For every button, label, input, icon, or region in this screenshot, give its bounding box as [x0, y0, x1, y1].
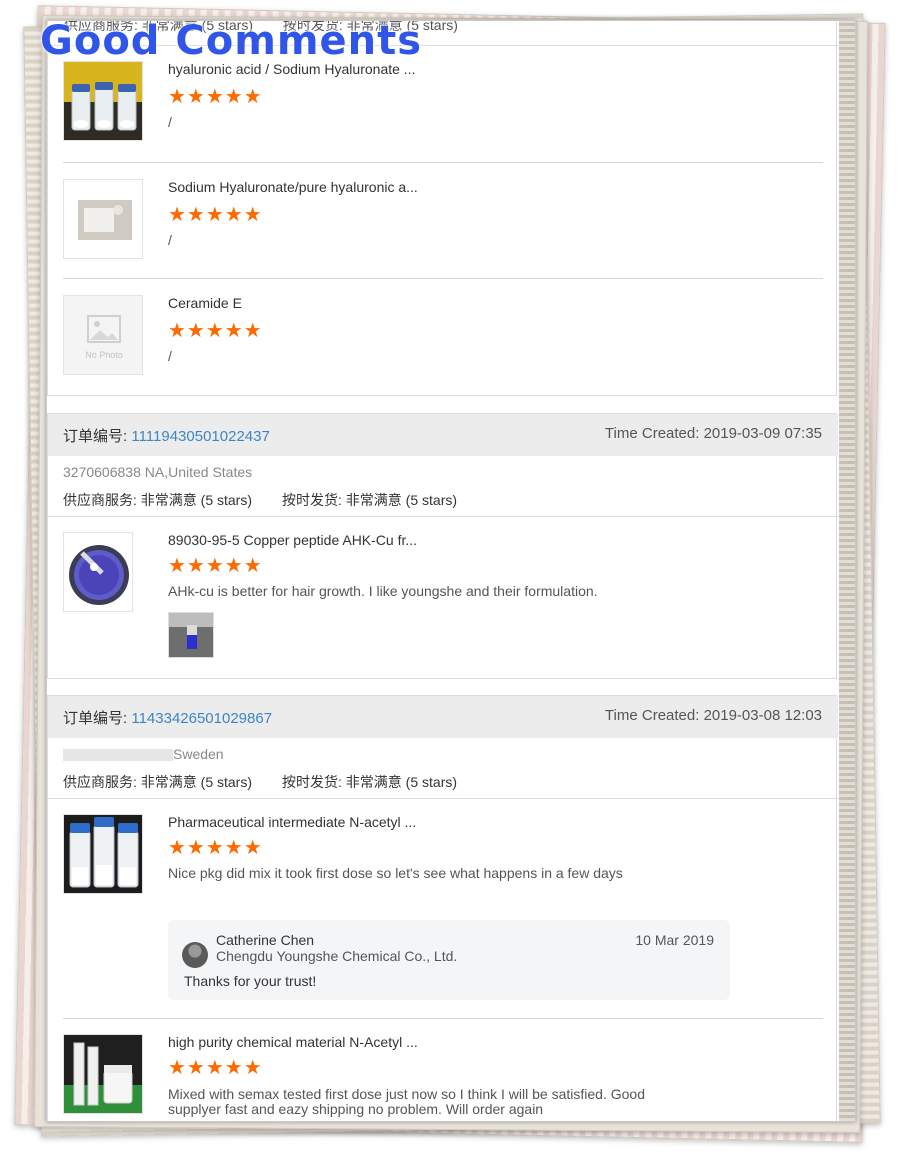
rating-stars: ★★★★★ [168, 204, 263, 226]
order-number-line: 订单编号: 11433426501029867 [63, 707, 272, 728]
review-comment: AHk-cu is better for hair growth. I like… [168, 583, 598, 599]
buyer-country: Sweden [173, 746, 224, 762]
product-thumbnail[interactable] [63, 532, 133, 612]
seller-avatar [182, 942, 208, 968]
rating-stars: ★★★★★ [168, 837, 263, 859]
order-time-created: Time Created: 2019-03-08 12:03 [604, 707, 822, 724]
side-scroll-strip [839, 21, 855, 1121]
review-item: hyaluronic acid / Sodium Hyaluronate ...… [63, 61, 823, 151]
order-ratings: 供应商服务: 非常满意 (5 stars) 按时发货: 非常满意 (5 stars… [63, 490, 457, 510]
seller-reply: Catherine Chen Chengdu Youngshe Chemical… [168, 920, 730, 1000]
product-thumbnail[interactable] [63, 1034, 143, 1114]
review-comment: / [168, 232, 172, 248]
order-header: 订单编号: 11433426501029867 Time Created: 20… [48, 696, 838, 738]
product-title[interactable]: Ceramide E [168, 295, 242, 311]
product-thumbnail[interactable] [63, 179, 143, 259]
product-thumbnail[interactable]: No Photo [63, 295, 143, 375]
order-number-label: 订单编号: [63, 710, 132, 727]
order-number-label: 订单编号: [63, 428, 132, 445]
review-photo[interactable] [168, 612, 214, 658]
order-header: 订单编号: 11119430501022437 Time Created: 20… [48, 414, 838, 456]
divider [48, 516, 838, 517]
supplier-service-rating: 供应商服务: 非常满意 (5 stars) [63, 492, 253, 508]
order-block-previous: 供应商服务: 非常满意 (5 stars) 按时发货: 非常满意 (5 star… [47, 21, 838, 396]
divider [48, 798, 838, 799]
order-ratings: 供应商服务: 非常满意 (5 stars) 按时发货: 非常满意 (5 stars… [63, 772, 457, 792]
reviews-card: 供应商服务: 非常满意 (5 stars) 按时发货: 非常满意 (5 star… [46, 20, 856, 1122]
item-divider [63, 1018, 823, 1019]
buyer-address: 3270606838 NA,United States [63, 464, 253, 480]
product-title[interactable]: Sodium Hyaluronate/pure hyaluronic a... [168, 179, 418, 195]
product-title[interactable]: 89030-95-5 Copper peptide AHK-Cu fr... [168, 532, 417, 548]
product-thumbnail[interactable] [63, 814, 143, 894]
item-divider [63, 162, 823, 163]
order-time-created: Time Created: 2019-03-09 07:35 [604, 425, 822, 442]
supplier-service-rating: 供应商服务: 非常满意 (5 stars) [63, 774, 253, 790]
review-comment-line-1: Mixed with semax tested first dose just … [168, 1086, 645, 1102]
product-thumbnail[interactable] [63, 61, 143, 141]
seller-company: Chengdu Youngshe Chemical Co., Ltd. [216, 948, 458, 964]
review-item: No Photo Ceramide E ★★★★★ / [63, 295, 823, 385]
buyer-address: Sweden [63, 746, 224, 762]
product-title[interactable]: high purity chemical material N-Acetyl .… [168, 1034, 418, 1050]
review-item: Sodium Hyaluronate/pure hyaluronic a... … [63, 179, 823, 269]
reviews-list: 供应商服务: 非常满意 (5 stars) 按时发货: 非常满意 (5 star… [47, 21, 838, 1121]
rating-stars: ★★★★★ [168, 320, 263, 342]
product-title[interactable]: Pharmaceutical intermediate N-acetyl ... [168, 814, 416, 830]
order-number-line: 订单编号: 11119430501022437 [63, 425, 270, 446]
redacted-name-blur [63, 749, 173, 762]
order-number-link[interactable]: 11119430501022437 [131, 428, 269, 445]
item-divider [63, 278, 823, 279]
order-block: 订单编号: 11433426501029867 Time Created: 20… [47, 695, 838, 1121]
rating-stars: ★★★★★ [168, 555, 263, 577]
reply-date: 10 Mar 2019 [635, 932, 714, 948]
review-item: high purity chemical material N-Acetyl .… [63, 1034, 823, 1121]
review-comment: / [168, 348, 172, 364]
review-comment-line-2: supplyer fast and eazy shipping no probl… [168, 1101, 544, 1117]
on-time-delivery-rating: 按时发货: 非常满意 (5 stars) [282, 774, 458, 790]
on-time-delivery-rating: 按时发货: 非常满意 (5 stars) [282, 492, 458, 508]
seller-name: Catherine Chen [216, 932, 315, 948]
review-item: 89030-95-5 Copper peptide AHK-Cu fr... ★… [63, 532, 823, 672]
order-number-link[interactable]: 11433426501029867 [131, 710, 272, 727]
no-photo-label: No Photo [85, 350, 123, 360]
order-block: 订单编号: 11119430501022437 Time Created: 20… [47, 413, 838, 679]
review-comment: Nice pkg did mix it took first dose so l… [168, 865, 623, 881]
review-comment: / [168, 114, 172, 130]
reply-text: Thanks for your trust! [184, 973, 317, 989]
good-comments-watermark: Good Comments [40, 18, 423, 64]
rating-stars: ★★★★★ [168, 1057, 263, 1079]
rating-stars: ★★★★★ [168, 86, 263, 108]
